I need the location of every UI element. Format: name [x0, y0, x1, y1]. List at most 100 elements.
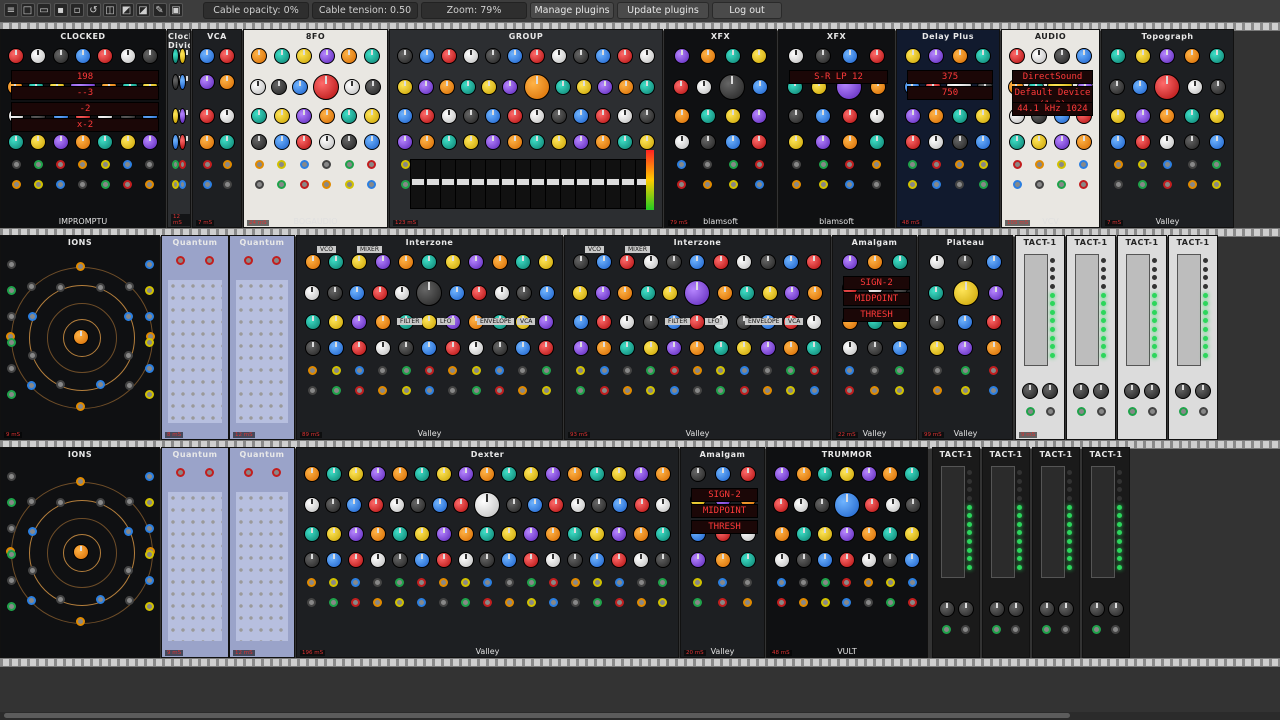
patch-jack[interactable] — [354, 366, 364, 375]
module-rack[interactable]: CLOCKED 198 --3 -2 x-2 IMPROMPTU Clock Divider… — [0, 22, 1280, 712]
channel-fader[interactable] — [530, 159, 546, 209]
knob[interactable] — [363, 48, 380, 64]
patch-jack[interactable] — [202, 160, 212, 169]
knob[interactable] — [1110, 48, 1127, 64]
knob[interactable] — [538, 254, 555, 270]
knob[interactable] — [938, 601, 955, 617]
knob[interactable] — [673, 48, 690, 64]
patch-jack[interactable] — [1212, 160, 1222, 169]
save-as-icon[interactable]: ▫ — [70, 3, 84, 17]
patch-jack[interactable] — [145, 338, 154, 347]
knob[interactable] — [463, 134, 479, 150]
touch-strip[interactable] — [1091, 466, 1115, 578]
knob[interactable] — [666, 340, 683, 356]
patch-jack[interactable] — [728, 180, 738, 189]
knob[interactable] — [884, 497, 901, 513]
knob[interactable] — [374, 254, 391, 270]
touch-strip[interactable] — [1177, 254, 1201, 366]
knob[interactable] — [841, 340, 858, 356]
patch-jack[interactable] — [786, 366, 796, 375]
knob[interactable] — [985, 314, 1002, 330]
knob[interactable] — [328, 340, 345, 356]
knob[interactable] — [617, 285, 634, 301]
knob[interactable] — [639, 108, 655, 124]
patch-jack[interactable] — [809, 386, 819, 395]
knob[interactable] — [479, 466, 496, 482]
patch-jack[interactable] — [718, 578, 727, 587]
knob[interactable] — [1134, 134, 1151, 150]
knob[interactable] — [391, 552, 408, 568]
patch-jack[interactable] — [400, 180, 410, 189]
channel-fader[interactable] — [605, 159, 621, 209]
knob[interactable] — [654, 552, 671, 568]
patch-jack[interactable] — [818, 180, 828, 189]
center-knob[interactable] — [73, 543, 89, 560]
patch-jack[interactable] — [931, 180, 941, 189]
patch-jack[interactable] — [179, 180, 186, 189]
module-delay-plus[interactable]: Delay Plus 375 750 48 mS — [896, 29, 1000, 228]
patch-jack[interactable] — [1113, 180, 1123, 189]
patch-jack[interactable] — [7, 576, 16, 585]
knob[interactable] — [545, 552, 562, 568]
knob[interactable] — [52, 134, 69, 150]
knob[interactable] — [292, 79, 309, 95]
patch-jack[interactable] — [354, 386, 364, 395]
knob[interactable] — [303, 552, 320, 568]
knob[interactable] — [654, 466, 671, 482]
knob[interactable] — [817, 466, 834, 482]
knob[interactable] — [431, 497, 448, 513]
knob[interactable] — [172, 48, 181, 64]
patch-jack[interactable] — [1138, 160, 1148, 169]
patch-jack[interactable] — [145, 498, 154, 507]
patch-jack[interactable] — [7, 286, 16, 295]
patch-jack[interactable] — [401, 366, 411, 375]
knob[interactable] — [988, 601, 1005, 617]
knob[interactable] — [1075, 48, 1092, 64]
knob[interactable] — [523, 74, 550, 100]
touch-strip[interactable] — [1075, 254, 1099, 366]
patch-jack[interactable] — [1096, 407, 1106, 416]
knob[interactable] — [468, 340, 485, 356]
knob[interactable] — [725, 108, 742, 124]
knob[interactable] — [928, 134, 945, 150]
patch-jack[interactable] — [367, 160, 377, 169]
patch-jack[interactable] — [145, 364, 154, 373]
knob[interactable] — [318, 134, 335, 150]
knob[interactable] — [179, 134, 188, 150]
knob[interactable] — [929, 340, 946, 356]
knob[interactable] — [1009, 134, 1026, 150]
knob[interactable] — [611, 466, 628, 482]
note-grid[interactable] — [236, 280, 288, 423]
knob[interactable] — [927, 285, 944, 301]
patch-jack[interactable] — [820, 598, 830, 607]
patch-jack[interactable] — [614, 578, 624, 587]
knob[interactable] — [343, 79, 360, 95]
knob[interactable] — [398, 254, 415, 270]
knob[interactable] — [453, 497, 470, 513]
knob[interactable] — [591, 497, 608, 513]
patch-jack[interactable] — [401, 386, 411, 395]
patch-jack[interactable] — [1045, 407, 1055, 416]
knob[interactable] — [838, 466, 855, 482]
knob[interactable] — [417, 79, 434, 95]
knob[interactable] — [485, 134, 501, 150]
knob[interactable] — [485, 108, 501, 124]
patch-jack[interactable] — [254, 160, 264, 169]
patch-jack[interactable] — [1127, 407, 1137, 416]
knob[interactable] — [199, 48, 215, 64]
patch-jack[interactable] — [1178, 407, 1188, 416]
knob[interactable] — [219, 48, 235, 64]
patch-jack[interactable] — [33, 180, 43, 189]
patch-jack[interactable] — [870, 366, 879, 375]
patch-jack[interactable] — [417, 578, 427, 587]
module-xfx-reverb[interactable]: XFX blamsoft 79 mS — [664, 29, 777, 228]
knob[interactable] — [1184, 48, 1201, 64]
knob[interactable] — [689, 314, 706, 330]
knob[interactable] — [273, 48, 290, 64]
knob[interactable] — [868, 134, 885, 150]
knob[interactable] — [413, 552, 430, 568]
knob[interactable] — [928, 48, 945, 64]
patch-jack[interactable] — [344, 160, 354, 169]
patch-jack[interactable] — [791, 180, 801, 189]
patch-jack[interactable] — [845, 160, 855, 169]
